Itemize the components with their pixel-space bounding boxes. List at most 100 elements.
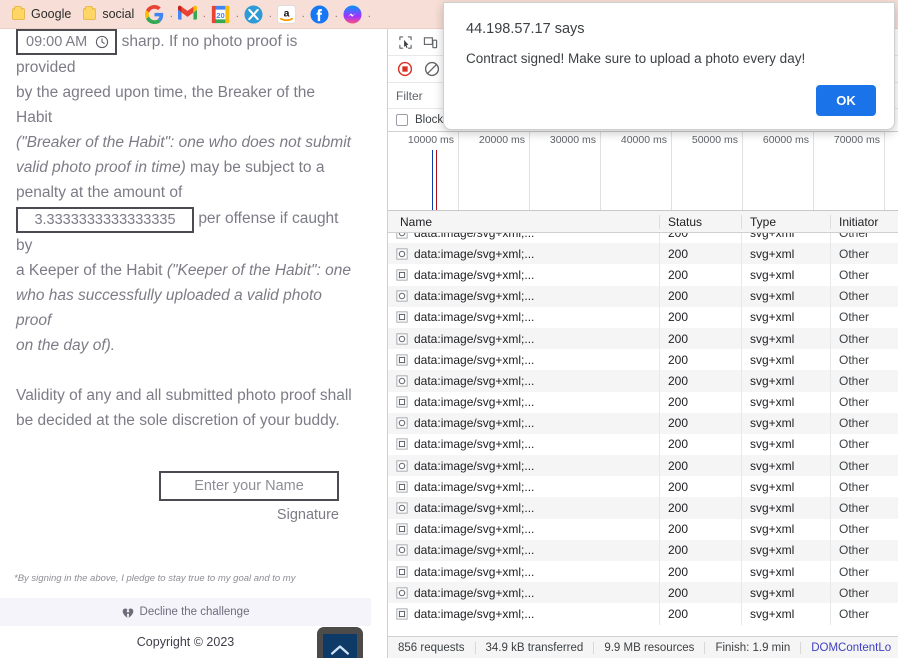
table-row[interactable]: data:image/svg+xml;...200svg+xmlOther <box>388 582 898 604</box>
table-row[interactable]: data:image/svg+xml;...200svg+xmlOther <box>388 497 898 519</box>
facebook-icon <box>310 4 329 24</box>
request-initiator-cell: Other <box>839 522 870 537</box>
request-status-cell: 200 <box>660 243 742 265</box>
request-initiator-cell: Other <box>839 501 870 516</box>
column-header-initiator[interactable]: Initiator <box>831 215 898 229</box>
table-row[interactable]: data:image/svg+xml;...200svg+xmlOther <box>388 349 898 371</box>
timeline-tick: 50000 ms <box>672 132 743 210</box>
bookmark-separator: . <box>334 8 338 20</box>
inspect-element-icon[interactable] <box>394 32 416 53</box>
bookmark-folder-label: Google <box>31 7 72 21</box>
table-row[interactable]: data:image/svg+xml;...200svg+xmlOther <box>388 391 898 413</box>
request-status-cell: 200 <box>660 285 742 307</box>
google-bookmark[interactable] <box>142 4 167 24</box>
record-stop-icon[interactable] <box>394 59 416 80</box>
bookmark-separator: . <box>235 8 239 20</box>
network-status-bar: 856 requests 34.9 kB transferred 9.9 MB … <box>388 636 898 658</box>
x-bookmark[interactable] <box>241 4 266 24</box>
device-toolbar-icon[interactable] <box>419 32 441 53</box>
filter-input[interactable]: Filter <box>396 89 423 103</box>
request-status-cell: 200 <box>660 497 742 519</box>
timeline-tick-label: 30000 ms <box>549 134 596 146</box>
request-initiator-cell: Other <box>839 437 870 452</box>
image-circle-icon <box>396 460 408 472</box>
table-row[interactable]: data:image/svg+xml;...200svg+xmlOther <box>388 327 898 350</box>
request-name-cell: data:image/svg+xml;... <box>388 518 660 540</box>
request-initiator-cell: Other <box>831 233 898 243</box>
column-header-type[interactable]: Type <box>742 214 831 229</box>
amazon-bookmark[interactable]: a <box>274 4 299 24</box>
facebook-bookmark[interactable] <box>307 4 332 24</box>
network-overview-timeline[interactable]: 10000 ms 20000 ms 30000 ms 40000 ms 5000… <box>388 132 898 211</box>
validity-line-2: be decided at the sole discretion of you… <box>16 412 340 429</box>
bookmark-separator: . <box>169 8 173 20</box>
request-name-text: data:image/svg+xml;... <box>414 522 535 537</box>
request-name-text: data:image/svg+xml;... <box>414 331 535 346</box>
contract-line-7: a Keeper of the Habit ("Keeper of the Ha… <box>0 258 371 283</box>
amazon-icon: a <box>277 4 297 24</box>
request-name-cell: data:image/svg+xml;... <box>388 412 660 434</box>
image-circle-icon <box>396 375 408 387</box>
folder-icon <box>83 6 97 20</box>
table-row[interactable]: data:image/svg+xml;...200svg+xmlOther <box>388 603 898 625</box>
table-row[interactable]: data:image/svg+xml;...200svg+xmlOther <box>388 476 898 498</box>
bookmark-folder-social[interactable]: social <box>79 5 142 23</box>
request-list[interactable]: data:image/svg+xml;... 200 svg+xml Other dat… <box>388 233 898 628</box>
resources-size: 9.9 MB resources <box>594 641 706 654</box>
table-row[interactable]: data:image/svg+xml;...200svg+xmlOther <box>388 561 898 583</box>
messenger-icon <box>343 4 362 24</box>
table-row[interactable]: data:image/svg+xml;...200svg+xmlOther <box>388 433 898 456</box>
scroll-to-top-button[interactable] <box>317 627 363 658</box>
time-input[interactable]: 09:00 AM <box>16 29 118 55</box>
table-row[interactable]: data:image/svg+xml;...200svg+xmlOther <box>388 412 898 434</box>
penalty-input[interactable]: 3.3333333333333335 <box>16 207 194 233</box>
column-header-name[interactable]: Name <box>388 214 660 229</box>
bookmark-folder-label: social <box>102 7 135 21</box>
contract-line-1: 09:00 AM sharp. If no photo proof is pro… <box>0 29 371 80</box>
messenger-bookmark[interactable] <box>340 4 365 24</box>
request-name-text: data:image/svg+xml;... <box>414 267 535 282</box>
request-type-cell: svg+xml <box>742 349 831 371</box>
table-row[interactable]: data:image/svg+xml;...200svg+xmlOther <box>388 306 898 328</box>
domcontentloaded-time: DOMContentLo <box>811 641 892 654</box>
table-row[interactable]: data:image/svg+xml;...200svg+xmlOther <box>388 243 898 265</box>
clock-icon[interactable] <box>95 35 109 49</box>
clear-icon[interactable] <box>421 59 443 80</box>
decline-challenge-label: Decline the challenge <box>139 606 250 618</box>
time-value: 09:00 AM <box>26 34 88 50</box>
table-row[interactable]: data:image/svg+xml;...200svg+xmlOther <box>388 264 898 286</box>
timeline-tick: 20000 ms <box>459 132 530 210</box>
table-row[interactable]: data:image/svg+xml;...200svg+xmlOther <box>388 539 898 561</box>
request-type-cell: svg+xml <box>742 412 831 434</box>
request-status-cell: 200 <box>660 306 742 328</box>
google-calendar-bookmark[interactable]: 20 <box>208 4 233 24</box>
blocked-requests-checkbox[interactable] <box>396 114 408 126</box>
request-type-cell: svg+xml <box>742 561 831 583</box>
image-circle-icon <box>396 544 408 556</box>
request-name-text: data:image/svg+xml;... <box>414 606 535 621</box>
table-row[interactable]: data:image/svg+xml;...200svg+xmlOther <box>388 285 898 307</box>
column-header-status[interactable]: Status <box>660 214 742 229</box>
bookmark-separator: . <box>202 8 206 20</box>
request-name-text: data:image/svg+xml;... <box>414 564 535 579</box>
request-name-cell: data:image/svg+xml;... <box>388 370 660 392</box>
bookmark-folder-google[interactable]: Google <box>8 5 79 23</box>
image-square-icon <box>396 523 408 535</box>
table-row[interactable]: data:image/svg+xml;...200svg+xmlOther <box>388 370 898 392</box>
decline-challenge-row[interactable]: Decline the challenge <box>0 598 371 626</box>
request-name-cell: data:image/svg+xml;... <box>388 264 660 286</box>
folder-icon <box>12 6 25 20</box>
request-type-cell: svg+xml <box>742 433 831 456</box>
table-row[interactable]: data:image/svg+xml;...200svg+xmlOther <box>388 455 898 477</box>
request-name-text: data:image/svg+xml;... <box>414 479 535 494</box>
load-marker <box>436 150 437 210</box>
alert-ok-button[interactable]: OK <box>816 85 876 116</box>
table-row[interactable]: data:image/svg+xml;...200svg+xmlOther <box>388 518 898 540</box>
table-row[interactable]: data:image/svg+xml;...200svg+xmlOther <box>388 233 898 244</box>
gmail-bookmark[interactable] <box>175 5 200 24</box>
request-initiator-cell: Other <box>839 606 870 621</box>
signature-input[interactable]: Enter your Name <box>159 471 339 501</box>
validity-line-1: Validity of any and all submitted photo … <box>16 387 352 404</box>
svg-text:20: 20 <box>217 10 225 19</box>
